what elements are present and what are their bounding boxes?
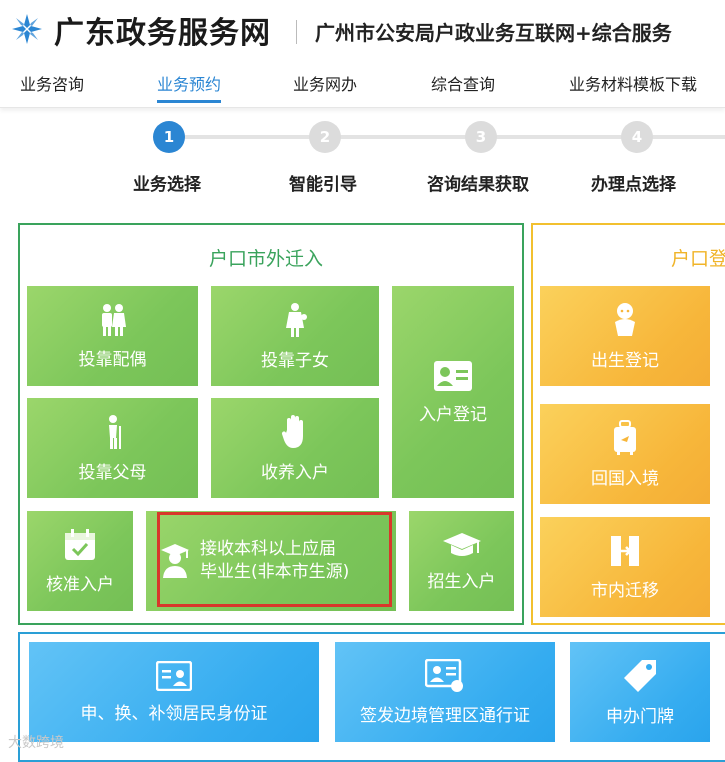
step-3-label: 咨询结果获取 [427, 175, 529, 195]
tile-spouse[interactable]: 投靠配偶 [27, 286, 198, 386]
tile-approved[interactable]: 核准入户 [27, 511, 133, 611]
couple-icon [101, 303, 126, 336]
door-icon [611, 535, 639, 566]
tile-move-label: 市内迁移 [591, 580, 659, 601]
hand-icon [281, 414, 303, 448]
main-nav: 业务咨询 业务预约 业务网办 综合查询 业务材料模板下载 [0, 62, 725, 108]
elderly-icon [108, 414, 121, 449]
tile-birth-label: 出生登记 [591, 350, 659, 371]
id-card-icon [434, 360, 472, 391]
mortarboard-icon [442, 532, 481, 556]
header-divider [296, 20, 297, 44]
luggage-icon [614, 419, 636, 455]
tile-return[interactable]: 回国入境 [540, 404, 710, 504]
tile-move[interactable]: 市内迁移 [540, 517, 710, 617]
panel-green-title: 户口市外迁入 [209, 248, 324, 270]
step-4-circle: 4 [621, 121, 653, 153]
nav-item-appointment[interactable]: 业务预约 [157, 71, 221, 95]
tile-spouse-label: 投靠配偶 [78, 349, 147, 370]
tile-id-card[interactable]: 申、换、补领居民身份证 [29, 642, 319, 742]
tile-border-pass-label: 签发边境管理区通行证 [360, 705, 530, 726]
tile-birth[interactable]: 出生登记 [540, 286, 710, 386]
star-logo-icon[interactable] [10, 12, 44, 46]
nav-item-consult[interactable]: 业务咨询 [20, 71, 84, 95]
nav-item-templates[interactable]: 业务材料模板下载 [569, 71, 697, 95]
tile-enroll-label: 招生入户 [427, 571, 496, 592]
tile-register[interactable]: 入户登记 [392, 286, 514, 498]
tile-child[interactable]: 投靠子女 [211, 286, 379, 386]
site-subtitle: 广州市公安局户政业务互联网+综合服务 [315, 21, 672, 45]
baby-icon [615, 302, 635, 336]
tile-adopt-label: 收养入户 [261, 462, 329, 483]
step-2-circle: 2 [309, 121, 341, 153]
step-2-label: 智能引导 [289, 175, 357, 195]
step-1-label: 业务选择 [133, 175, 201, 195]
tile-register-label: 入户登记 [419, 404, 487, 425]
pass-card-icon [425, 658, 463, 692]
calendar-check-icon [65, 528, 95, 560]
step-1-circle: 1 [153, 121, 185, 153]
tile-adopt[interactable]: 收养入户 [211, 398, 379, 498]
tile-approved-label: 核准入户 [46, 574, 114, 595]
nav-active-underline [157, 100, 221, 103]
step-3-circle: 3 [465, 121, 497, 153]
highlight-box [157, 512, 392, 607]
site-header: 广东政务服务网 广州市公安局户政业务互联网+综合服务 [0, 0, 725, 62]
mother-child-icon [286, 302, 307, 337]
tile-child-label: 投靠子女 [261, 350, 329, 371]
watermark: 大数跨境 [8, 735, 64, 751]
tile-parents[interactable]: 投靠父母 [27, 398, 198, 498]
tile-id-card-label: 申、换、补领居民身份证 [80, 703, 268, 724]
tile-enroll[interactable]: 招生入户 [409, 511, 514, 611]
tile-parents-label: 投靠父母 [78, 462, 147, 483]
tile-return-label: 回国入境 [591, 468, 659, 489]
panel-yellow-title: 户口登 [671, 248, 725, 270]
tag-icon [624, 659, 656, 692]
id-card-icon [156, 660, 192, 691]
tile-border-pass[interactable]: 签发边境管理区通行证 [335, 642, 555, 742]
tile-door-plate-label: 申办门牌 [606, 706, 674, 727]
step-4-label: 办理点选择 [591, 175, 676, 195]
nav-item-query[interactable]: 综合查询 [431, 71, 495, 95]
site-title[interactable]: 广东政务服务网 [54, 8, 271, 52]
nav-item-online[interactable]: 业务网办 [293, 71, 357, 95]
tile-door-plate[interactable]: 申办门牌 [570, 642, 710, 742]
